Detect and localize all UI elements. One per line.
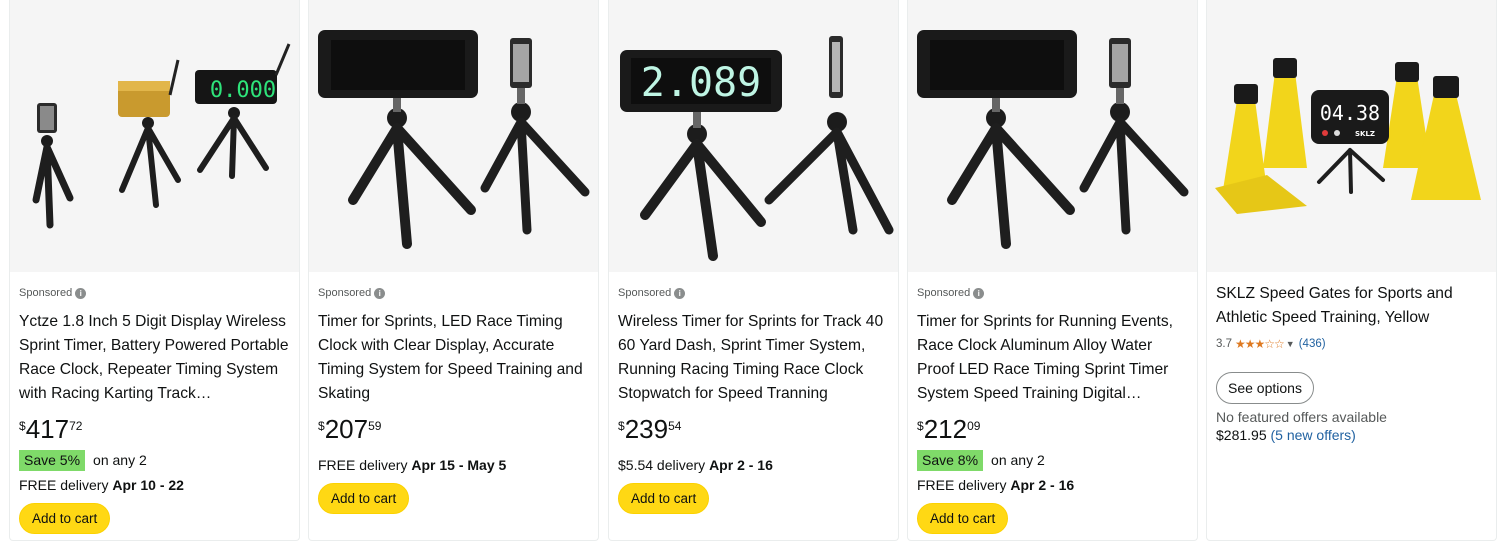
price-fraction: 72 <box>69 419 83 433</box>
rating-row[interactable]: 3.7 ★★★☆☆ ▼ (436) <box>1216 336 1490 352</box>
svg-text:SKLZ: SKLZ <box>1355 130 1375 138</box>
price-fraction: 54 <box>668 419 682 433</box>
sponsored-label[interactable]: Sponsored i <box>917 286 1191 300</box>
sponsored-label[interactable]: Sponsored i <box>19 286 293 300</box>
delivery-dates: Apr 2 - 16 <box>709 457 773 473</box>
offer-price: $281.95 <box>1216 427 1267 443</box>
product-title[interactable]: SKLZ Speed Gates for Sports and Athletic… <box>1216 282 1490 330</box>
product-image[interactable] <box>309 0 598 272</box>
sponsored-label[interactable]: Sponsored i <box>318 286 592 300</box>
delivery-prefix: $5.54 delivery <box>618 457 706 473</box>
price-fraction: 09 <box>967 419 981 433</box>
price-fraction: 59 <box>368 419 382 433</box>
product-image[interactable]: 04.38 SKLZ <box>1207 0 1496 272</box>
delivery-dates: Apr 15 - May 5 <box>411 457 507 473</box>
info-icon[interactable]: i <box>674 287 686 299</box>
add-to-cart-button[interactable]: Add to cart <box>19 503 111 534</box>
product-image[interactable] <box>908 0 1197 272</box>
price-whole: 239 <box>624 414 669 444</box>
svg-text:2.089: 2.089 <box>641 60 761 106</box>
save-badge: Save 8% <box>917 449 984 471</box>
product-title[interactable]: Yctze 1.8 Inch 5 Digit Display Wireless … <box>19 310 293 406</box>
rating-value: 3.7 <box>1216 338 1232 350</box>
rating-count-link[interactable]: (436) <box>1299 338 1326 350</box>
save-badge: Save 5% <box>19 449 86 471</box>
price-whole: 212 <box>923 414 968 444</box>
info-icon[interactable]: i <box>973 287 985 299</box>
product-card[interactable]: 2.089 Sponsored i Wireless Timer for Spri… <box>608 0 899 541</box>
product-card[interactable]: Sponsored i Timer for Sprints, LED Race T… <box>308 0 599 541</box>
new-offers-link[interactable]: (5 new offers) <box>1271 427 1356 443</box>
product-card[interactable]: 04.38 SKLZ SKLZ Speed Gates for Sports a… <box>1206 0 1497 541</box>
product-price: $ 417 72 <box>19 415 293 445</box>
product-price: $ 212 09 <box>917 415 1191 445</box>
info-icon[interactable]: i <box>75 287 87 299</box>
delivery-dates: Apr 2 - 16 <box>1010 477 1075 493</box>
add-to-cart-button[interactable]: Add to cart <box>618 483 710 514</box>
price-symbol: $ <box>917 419 924 433</box>
delivery-dates: Apr 10 - 22 <box>112 477 184 493</box>
delivery-info: FREE delivery Apr 10 - 22 <box>19 475 293 495</box>
delivery-info: $5.54 delivery Apr 2 - 16 <box>618 455 892 475</box>
chevron-down-icon[interactable]: ▼ <box>1286 339 1295 349</box>
add-to-cart-button[interactable]: Add to cart <box>318 483 410 514</box>
delivery-prefix: FREE delivery <box>19 477 109 493</box>
product-title[interactable]: Wireless Timer for Sprints for Track 40 … <box>618 310 892 406</box>
savings-row: Save 8% on any 2 <box>917 449 1191 471</box>
save-badge-suffix: on any 2 <box>93 452 147 468</box>
delivery-prefix: FREE delivery <box>917 477 1007 493</box>
sponsored-label[interactable]: Sponsored i <box>618 286 892 300</box>
delivery-info: FREE delivery Apr 15 - May 5 <box>318 455 592 475</box>
info-icon[interactable]: i <box>374 287 386 299</box>
svg-text:04.38: 04.38 <box>1320 101 1380 125</box>
product-price: $ 207 59 <box>318 415 592 445</box>
see-options-button[interactable]: See options <box>1216 372 1314 404</box>
price-whole: 417 <box>25 414 70 444</box>
savings-row: Save 5% on any 2 <box>19 449 293 471</box>
star-rating-icon[interactable]: ★★★☆☆ <box>1235 337 1285 351</box>
led-display-icon: 04.38 SKLZ <box>1311 90 1389 194</box>
product-card[interactable]: Sponsored i Timer for Sprints for Running… <box>907 0 1198 541</box>
svg-text:0.000: 0.000 <box>210 78 276 103</box>
used-offers-row: $281.95 (5 new offers) <box>1216 426 1490 444</box>
price-symbol: $ <box>618 419 625 433</box>
product-title[interactable]: Timer for Sprints for Running Events, Ra… <box>917 310 1191 406</box>
price-symbol: $ <box>19 419 26 433</box>
save-badge-suffix: on any 2 <box>991 452 1045 468</box>
add-to-cart-button[interactable]: Add to cart <box>917 503 1009 534</box>
price-whole: 207 <box>324 414 369 444</box>
product-price: $ 239 54 <box>618 415 892 445</box>
product-image[interactable]: 0.000 <box>10 0 299 272</box>
delivery-prefix: FREE delivery <box>318 457 408 473</box>
product-title[interactable]: Timer for Sprints, LED Race Timing Clock… <box>318 310 592 406</box>
price-symbol: $ <box>318 419 325 433</box>
no-featured-offers: No featured offers available <box>1216 409 1387 425</box>
product-card[interactable]: 0.000 Sponsored i Yctze 1.8 Inch 5 Digit … <box>9 0 300 541</box>
delivery-info: FREE delivery Apr 2 - 16 <box>917 475 1191 495</box>
product-image[interactable]: 2.089 <box>609 0 898 272</box>
